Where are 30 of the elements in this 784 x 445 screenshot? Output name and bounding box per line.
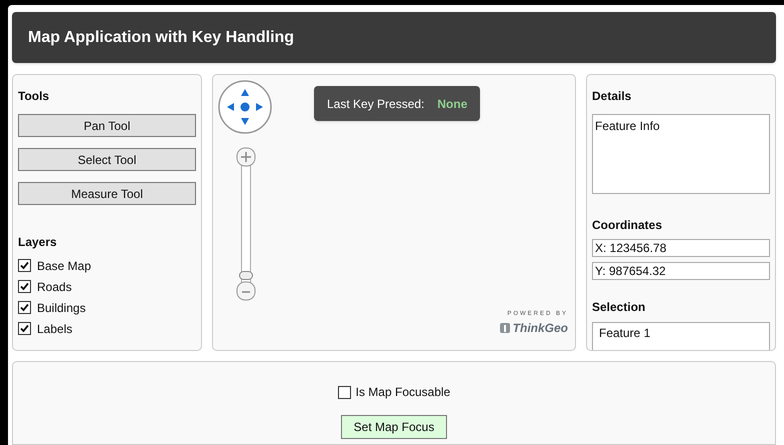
- y-coordinate-field[interactable]: Y: 987654.32: [592, 262, 770, 280]
- set-map-focus-button[interactable]: Set Map Focus: [340, 415, 448, 439]
- checkbox[interactable]: [338, 386, 351, 398]
- checkbox[interactable]: [18, 322, 31, 335]
- section-heading: Selection: [592, 299, 646, 316]
- focusable-label: Is Map Focusable: [356, 384, 450, 401]
- checkbox[interactable]: [18, 259, 31, 272]
- layer-label: Labels: [37, 320, 72, 338]
- last-key-value: None: [437, 96, 468, 112]
- tool-button[interactable]: Select Tool: [18, 148, 196, 171]
- window-title: Map Application with Key Handling: [28, 28, 294, 48]
- checkbox[interactable]: [18, 301, 31, 314]
- last-key-label: Last Key Pressed:: [327, 96, 424, 112]
- tool-button[interactable]: Pan Tool: [18, 114, 196, 137]
- layer-label: Buildings: [37, 300, 86, 316]
- tool-button[interactable]: Measure Tool: [18, 182, 196, 205]
- layer-label: Roads: [37, 278, 72, 296]
- layer-label: Base Map: [37, 258, 92, 274]
- checkbox[interactable]: [18, 280, 31, 293]
- selection-item[interactable]: Feature 1: [593, 325, 769, 341]
- selection-list[interactable]: Feature 1: [592, 322, 770, 350]
- section-heading: Details: [592, 88, 632, 105]
- details-text-area[interactable]: Feature Info: [592, 114, 770, 194]
- x-coordinate-field[interactable]: X: 123456.78: [592, 239, 770, 257]
- section-heading: Tools: [18, 88, 50, 105]
- pan-control-icon[interactable]: [217, 79, 273, 135]
- logo-icon: [498, 322, 511, 334]
- logo-text: ThinkGeo: [512, 320, 568, 337]
- section-heading: Coordinates: [592, 217, 664, 234]
- section-heading: Layers: [18, 234, 58, 251]
